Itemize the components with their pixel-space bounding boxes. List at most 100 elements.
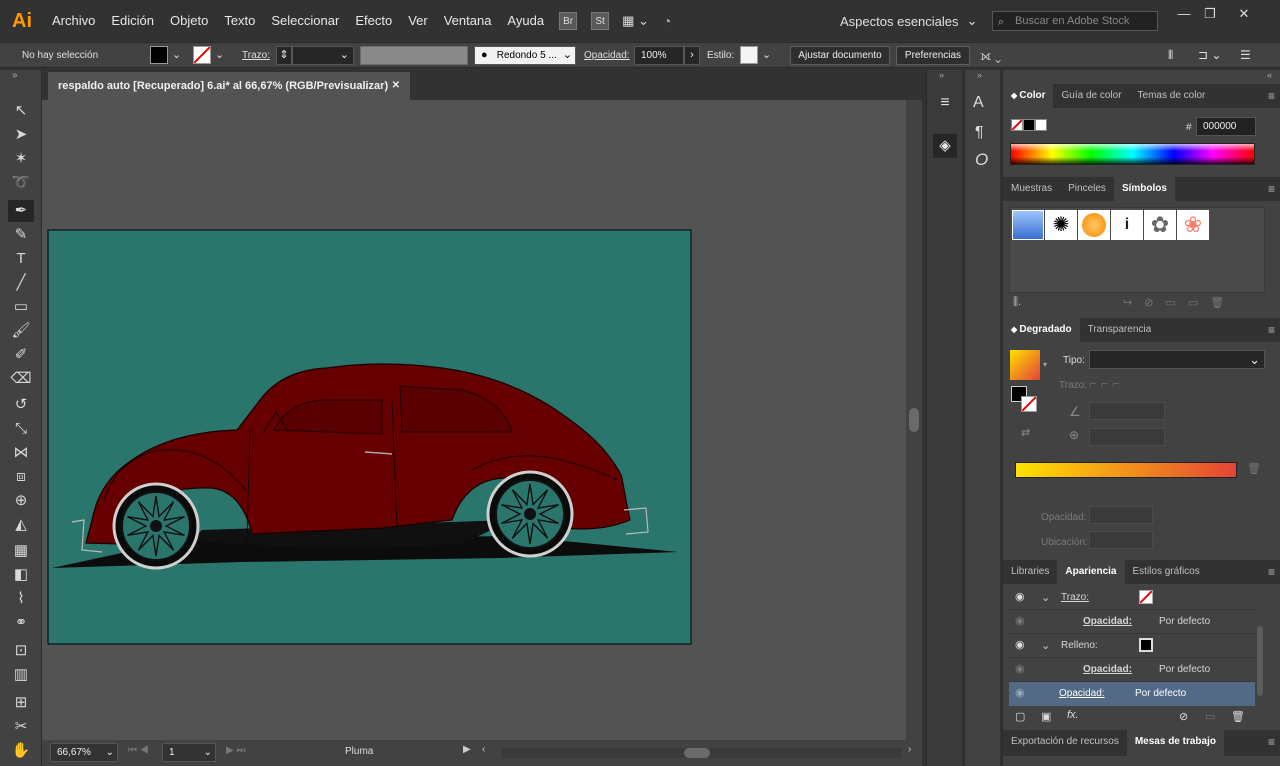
stroke-attribute-swatch[interactable] — [1139, 590, 1153, 604]
fill-attribute-label[interactable]: Relleno: — [1061, 640, 1098, 651]
selection-tool-icon[interactable]: ↖ — [8, 100, 34, 122]
mesh-tool-icon[interactable]: ▦ — [8, 540, 34, 562]
eye-icon[interactable]: ◉ — [1015, 638, 1025, 651]
tab-graphic-styles[interactable]: Estilos gráficos — [1125, 560, 1208, 584]
preferences-button[interactable]: Preferencias — [896, 46, 970, 65]
color-panel-menu-icon[interactable]: ≡ — [1268, 84, 1275, 108]
stroke-indicator[interactable] — [1021, 396, 1037, 412]
eye-icon[interactable]: ◉ — [1015, 686, 1025, 699]
gradient-type-dropdown[interactable]: ⌄ — [1089, 350, 1265, 369]
symbol-pink-flower[interactable]: ❀ — [1177, 210, 1209, 240]
artboard-field[interactable]: 1 ⌄ — [162, 743, 216, 762]
menu-item[interactable]: Edición — [103, 0, 162, 42]
curvature-tool-icon[interactable]: ✎ — [8, 224, 34, 246]
opacity-attribute-label[interactable]: Opacidad: — [1083, 616, 1132, 627]
workspace-switcher[interactable]: Aspectos esenciales ⌄ — [840, 10, 977, 32]
hand-tool-icon[interactable]: ✋ — [8, 740, 34, 762]
appearance-row-fill[interactable]: ◉ ⌄ Relleno: — [1009, 634, 1255, 658]
symbol-ink-splat[interactable]: ✺ — [1045, 210, 1077, 240]
scroll-left-icon[interactable]: ‹ — [482, 744, 485, 755]
stock-icon[interactable]: St — [591, 12, 610, 30]
vertical-scrollbar[interactable] — [906, 100, 922, 740]
restore-button[interactable]: ❐ — [1196, 6, 1224, 26]
appearance-panel-menu-icon[interactable]: ≡ — [1268, 560, 1275, 584]
direct-selection-tool-icon[interactable]: ➤ — [8, 124, 34, 146]
tab-libraries[interactable]: Libraries — [1003, 560, 1057, 584]
collapse-dock-icon[interactable]: » — [977, 70, 982, 80]
transform-icon[interactable]: ⟗ ⌄ — [980, 46, 1001, 65]
scale-tool-icon[interactable]: ⤡ — [8, 418, 34, 440]
gradient-panel-menu-icon[interactable]: ≡ — [1268, 318, 1275, 342]
fill-swatch[interactable] — [150, 46, 168, 64]
document-setup-button[interactable]: Ajustar documento — [790, 46, 890, 65]
blend-tool-icon[interactable]: ⚭ — [8, 612, 34, 634]
horizontal-scrollbar[interactable] — [502, 748, 902, 758]
width-tool-icon[interactable]: ⋈ — [8, 442, 34, 464]
tab-swatches[interactable]: Muestras — [1003, 177, 1060, 201]
tab-color-themes[interactable]: Temas de color — [1130, 84, 1214, 108]
free-transform-tool-icon[interactable]: ⧈ — [8, 466, 34, 488]
reverse-gradient-icon[interactable]: ⇄ — [1021, 426, 1030, 439]
opentype-icon[interactable]: O — [975, 150, 988, 170]
symbol-actions-icons[interactable]: ↪⊘▭▭🗑 — [1123, 296, 1236, 309]
menu-item[interactable]: Ventana — [436, 0, 500, 42]
paragraph-icon[interactable]: ¶ — [975, 124, 984, 142]
symbol-libraries-icon[interactable]: ⫼. — [1013, 296, 1021, 309]
gradient-opacity-field[interactable] — [1089, 506, 1153, 524]
rotate-tool-icon[interactable]: ↺ — [8, 394, 34, 416]
tab-artboards[interactable]: Mesas de trabajo — [1126, 730, 1224, 756]
symbol-info-icon[interactable]: i — [1111, 210, 1143, 240]
stroke-dropdown-chevron-icon[interactable]: ⌄ — [215, 46, 224, 65]
close-tab-icon[interactable]: ✕ — [392, 72, 400, 100]
color-spectrum[interactable] — [1010, 143, 1255, 165]
bridge-icon[interactable]: Br — [559, 12, 578, 30]
paintbrush-tool-icon[interactable]: 🖌 — [8, 320, 34, 342]
symbols-panel-menu-icon[interactable]: ≡ — [1268, 177, 1275, 201]
column-graph-tool-icon[interactable]: ▥ — [8, 664, 34, 686]
menu-item[interactable]: Efecto — [347, 0, 400, 42]
hex-color-field[interactable]: 000000 — [1196, 117, 1256, 136]
arrange-documents-icon[interactable]: ▦ ⌄ — [622, 13, 649, 29]
slice-tool-icon[interactable]: ✂ — [8, 716, 34, 738]
collapse-dock-icon[interactable]: » — [939, 70, 944, 80]
stroke-swatch[interactable] — [193, 46, 211, 64]
menu-item[interactable]: Archivo — [44, 0, 103, 42]
black-color-swatch[interactable] — [1023, 119, 1035, 131]
tab-color-guide[interactable]: Guía de color — [1053, 84, 1129, 108]
gpu-performance-icon[interactable]: ◔ — [663, 13, 671, 29]
gradient-slider[interactable] — [1015, 462, 1237, 478]
gradient-preview-swatch[interactable] — [1010, 350, 1040, 380]
opacity-label[interactable]: Opacidad: — [584, 46, 630, 65]
stroke-weight-field[interactable]: ⌄ — [292, 46, 354, 65]
stroke-attribute-label[interactable]: Trazo: — [1061, 592, 1089, 603]
none-color-swatch[interactable] — [1011, 119, 1023, 131]
gradient-preset-chevron-icon[interactable]: ▾ — [1043, 360, 1047, 369]
opacity-field[interactable]: 100% — [634, 46, 684, 65]
perspective-grid-tool-icon[interactable]: ◭ — [8, 514, 34, 536]
menu-item[interactable]: Seleccionar — [263, 0, 347, 42]
lasso-tool-icon[interactable]: ➰ — [8, 172, 34, 194]
tab-appearance[interactable]: Apariencia — [1057, 560, 1125, 584]
appearance-row-fill-opacity[interactable]: ◉ Opacidad: Por defecto — [1009, 658, 1255, 682]
pen-tool-icon[interactable]: ✒ — [8, 200, 34, 222]
duplicate-item-icon[interactable]: ▭ — [1205, 710, 1215, 723]
type-tool-icon[interactable]: T — [8, 248, 34, 270]
status-menu-icon[interactable]: ▶ — [463, 744, 471, 755]
delete-item-icon[interactable]: 🗑 — [1231, 710, 1245, 723]
zoom-field[interactable]: 66,67% ⌄ — [50, 743, 118, 762]
magic-wand-tool-icon[interactable]: ✶ — [8, 148, 34, 170]
shape-builder-tool-icon[interactable]: ⊕ — [8, 490, 34, 512]
opacity-attribute-label[interactable]: Opacidad: — [1083, 664, 1132, 675]
horizontal-scroll-thumb[interactable] — [684, 748, 710, 758]
control-menu-icon[interactable]: ☰ — [1240, 46, 1251, 65]
disclosure-icon[interactable]: ⌄ — [1041, 639, 1050, 652]
shaper-tool-icon[interactable]: ✐ — [8, 344, 34, 366]
menu-item[interactable]: Objeto — [162, 0, 216, 42]
fill-dropdown-chevron-icon[interactable]: ⌄ — [172, 46, 181, 65]
collapse-panels-icon[interactable]: « — [1267, 70, 1272, 80]
stroke-weight-stepper[interactable]: ⇕ — [276, 46, 292, 65]
appearance-row-stroke[interactable]: ◉ ⌄ Trazo: — [1009, 586, 1255, 610]
symbol-orange-button[interactable] — [1078, 210, 1110, 240]
vertical-scroll-thumb[interactable] — [909, 408, 919, 432]
layers-icon[interactable]: ◈ — [933, 134, 957, 158]
